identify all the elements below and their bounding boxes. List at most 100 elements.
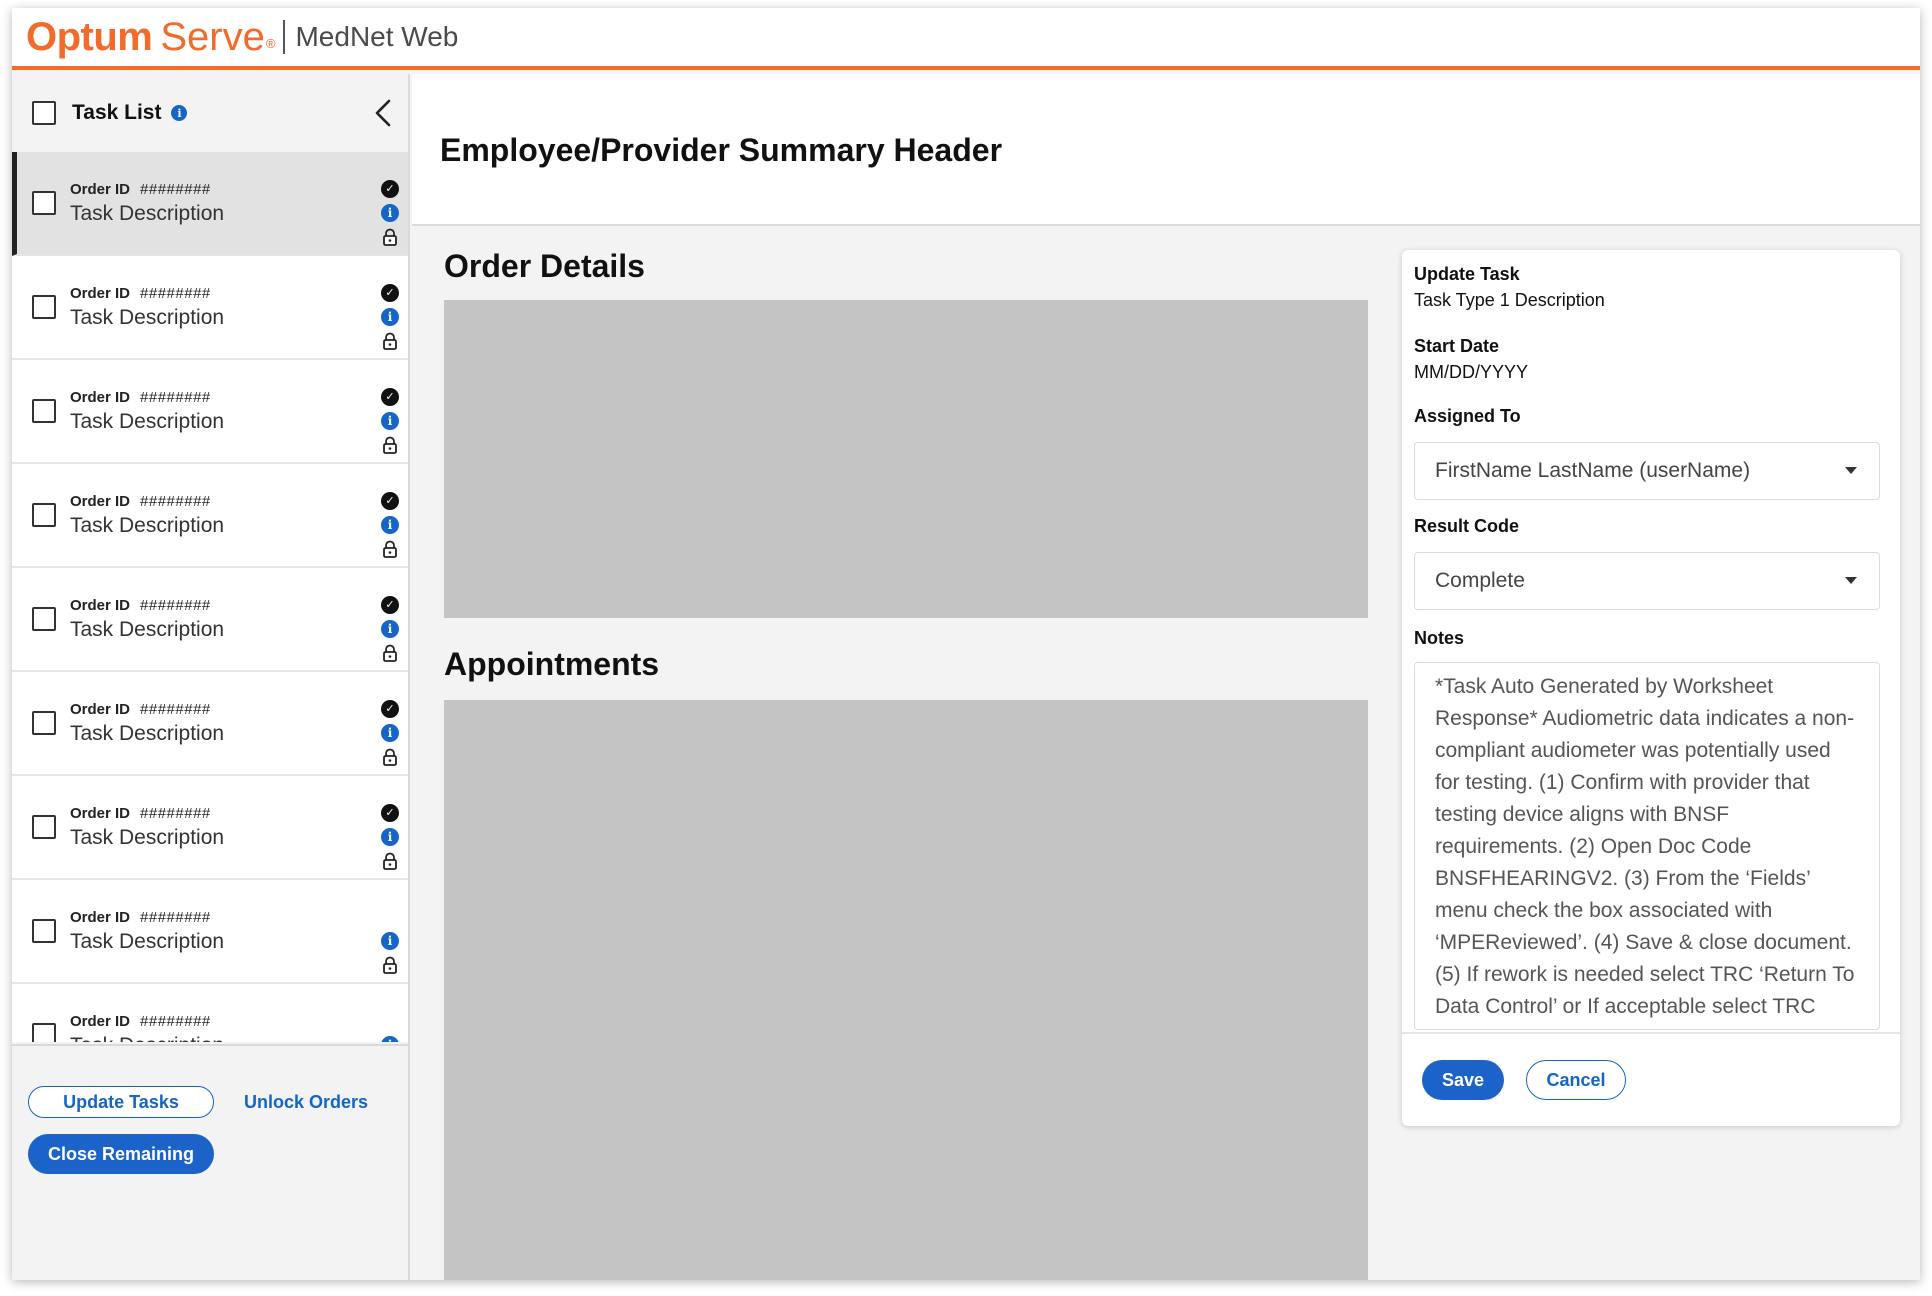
task-list: Order ID ######## Task Description ✓ i Order … <box>12 152 408 1042</box>
task-checkbox[interactable] <box>32 711 56 735</box>
order-details-title: Order Details <box>444 248 645 284</box>
check-circle-icon: ✓ <box>381 284 399 302</box>
task-status-icons: ✓ i <box>380 582 400 662</box>
task-list-header: Task List i <box>12 74 408 152</box>
info-icon[interactable]: i <box>381 516 399 534</box>
order-id-label: Order ID <box>70 596 131 614</box>
order-id-value: ######## <box>140 284 211 302</box>
lock-icon <box>381 852 399 870</box>
task-status-icons: ✓ i <box>380 478 400 558</box>
task-checkbox[interactable] <box>32 607 56 631</box>
order-id-line: Order ID ######## <box>70 1013 224 1030</box>
registered-mark: ® <box>265 35 276 51</box>
close-remaining-button[interactable]: Close Remaining <box>28 1134 214 1174</box>
chevron-left-icon[interactable] <box>368 96 398 130</box>
caret-down-icon <box>1845 467 1857 474</box>
order-id-line: Order ID ######## <box>70 805 224 822</box>
notes-textarea[interactable]: *Task Auto Generated by Worksheet Respon… <box>1414 662 1880 1030</box>
order-id-value: ######## <box>140 388 211 406</box>
order-id-value: ######## <box>140 804 211 822</box>
lock-icon <box>381 644 399 662</box>
save-button[interactable]: Save <box>1422 1060 1504 1100</box>
order-id-label: Order ID <box>70 908 131 926</box>
task-text: Order ID ######## Task Description <box>70 181 224 226</box>
task-text: Order ID ######## Task Description <box>70 493 224 538</box>
task-row[interactable]: Order ID ######## Task Description ✓ i <box>12 672 408 776</box>
info-icon[interactable]: i <box>381 1036 399 1042</box>
task-description: Task Description <box>70 513 225 537</box>
info-icon[interactable]: i <box>381 308 399 326</box>
task-status-icons: ✓ i <box>380 166 400 246</box>
lock-icon <box>381 332 399 350</box>
order-id-value: ######## <box>140 700 211 718</box>
select-all-checkbox[interactable] <box>32 101 56 125</box>
task-row[interactable]: Order ID ######## Task Description ✓ i <box>12 256 408 360</box>
task-text: Order ID ######## Task Description <box>70 285 224 330</box>
task-checkbox[interactable] <box>32 815 56 839</box>
check-circle-icon: ✓ <box>381 700 399 718</box>
order-id-label: Order ID <box>70 492 131 510</box>
task-text: Order ID ######## Task Description <box>70 909 224 954</box>
cancel-button[interactable]: Cancel <box>1526 1060 1626 1100</box>
task-list-title: Task List <box>72 101 162 124</box>
order-id-label: Order ID <box>70 284 131 302</box>
task-description: Task Description <box>70 617 225 641</box>
result-code-select[interactable]: Complete <box>1414 552 1880 610</box>
logo-divider <box>283 20 286 54</box>
task-row[interactable]: Order ID ######## Task Description ✓ i <box>12 360 408 464</box>
start-date-label: Start Date <box>1414 336 1500 356</box>
assigned-to-select[interactable]: FirstName LastName (userName) <box>1414 442 1880 500</box>
task-description: Task Description <box>70 409 225 433</box>
app-window: Optum Serve ® MedNet Web Task List i Ord… <box>12 8 1920 1280</box>
update-task-panel: Update Task Task Type 1 Description Star… <box>1402 250 1900 1126</box>
app-header: Optum Serve ® MedNet Web <box>12 8 1920 70</box>
order-id-line: Order ID ######## <box>70 285 224 302</box>
info-icon[interactable]: i <box>381 204 399 222</box>
task-text: Order ID ######## Task Description <box>70 701 224 746</box>
order-id-value: ######## <box>140 596 211 614</box>
task-checkbox[interactable] <box>32 191 56 215</box>
app-name: MedNet Web <box>295 21 459 52</box>
order-id-value: ######## <box>140 908 211 926</box>
info-icon[interactable]: i <box>381 828 399 846</box>
task-checkbox[interactable] <box>32 1023 56 1042</box>
check-circle-icon: ✓ <box>381 492 399 510</box>
info-icon[interactable]: i <box>381 724 399 742</box>
task-status-icons: i <box>380 998 400 1042</box>
task-row[interactable]: Order ID ######## Task Description ✓ i <box>12 776 408 880</box>
task-type-value: Task Type 1 Description <box>1414 290 1605 310</box>
info-icon[interactable]: i <box>381 932 399 950</box>
task-checkbox[interactable] <box>32 295 56 319</box>
task-status-icons: i <box>380 894 400 974</box>
order-id-line: Order ID ######## <box>70 701 224 718</box>
check-circle-icon: ✓ <box>381 596 399 614</box>
order-details-placeholder <box>444 300 1368 618</box>
task-status-icons: ✓ i <box>380 790 400 870</box>
info-icon[interactable]: i <box>381 620 399 638</box>
lock-icon <box>381 748 399 766</box>
task-checkbox[interactable] <box>32 503 56 527</box>
caret-down-icon <box>1845 577 1857 584</box>
task-checkbox[interactable] <box>32 919 56 943</box>
task-checkbox[interactable] <box>32 399 56 423</box>
update-tasks-button[interactable]: Update Tasks <box>28 1086 214 1118</box>
task-row[interactable]: Order ID ######## Task Description ✓ i <box>12 464 408 568</box>
task-sidebar: Task List i Order ID ######## Task Descrip… <box>12 74 410 1280</box>
lock-icon <box>381 228 399 246</box>
order-id-label: Order ID <box>70 700 131 718</box>
task-description: Task Description <box>70 201 225 225</box>
order-id-label: Order ID <box>70 1012 131 1030</box>
unlock-orders-button[interactable]: Unlock Orders <box>244 1092 368 1113</box>
order-id-line: Order ID ######## <box>70 909 224 926</box>
panel-divider <box>1402 1032 1900 1034</box>
order-id-value: ######## <box>140 492 211 510</box>
info-icon[interactable]: i <box>381 412 399 430</box>
task-row[interactable]: Order ID ######## Task Description i <box>12 984 408 1042</box>
info-icon[interactable]: i <box>171 105 188 121</box>
task-row[interactable]: Order ID ######## Task Description ✓ i <box>12 568 408 672</box>
task-row[interactable]: Order ID ######## Task Description i <box>12 880 408 984</box>
task-status-icons: ✓ i <box>380 374 400 454</box>
order-id-line: Order ID ######## <box>70 389 224 406</box>
task-description: Task Description <box>70 1034 224 1043</box>
task-row[interactable]: Order ID ######## Task Description ✓ i <box>12 152 408 256</box>
